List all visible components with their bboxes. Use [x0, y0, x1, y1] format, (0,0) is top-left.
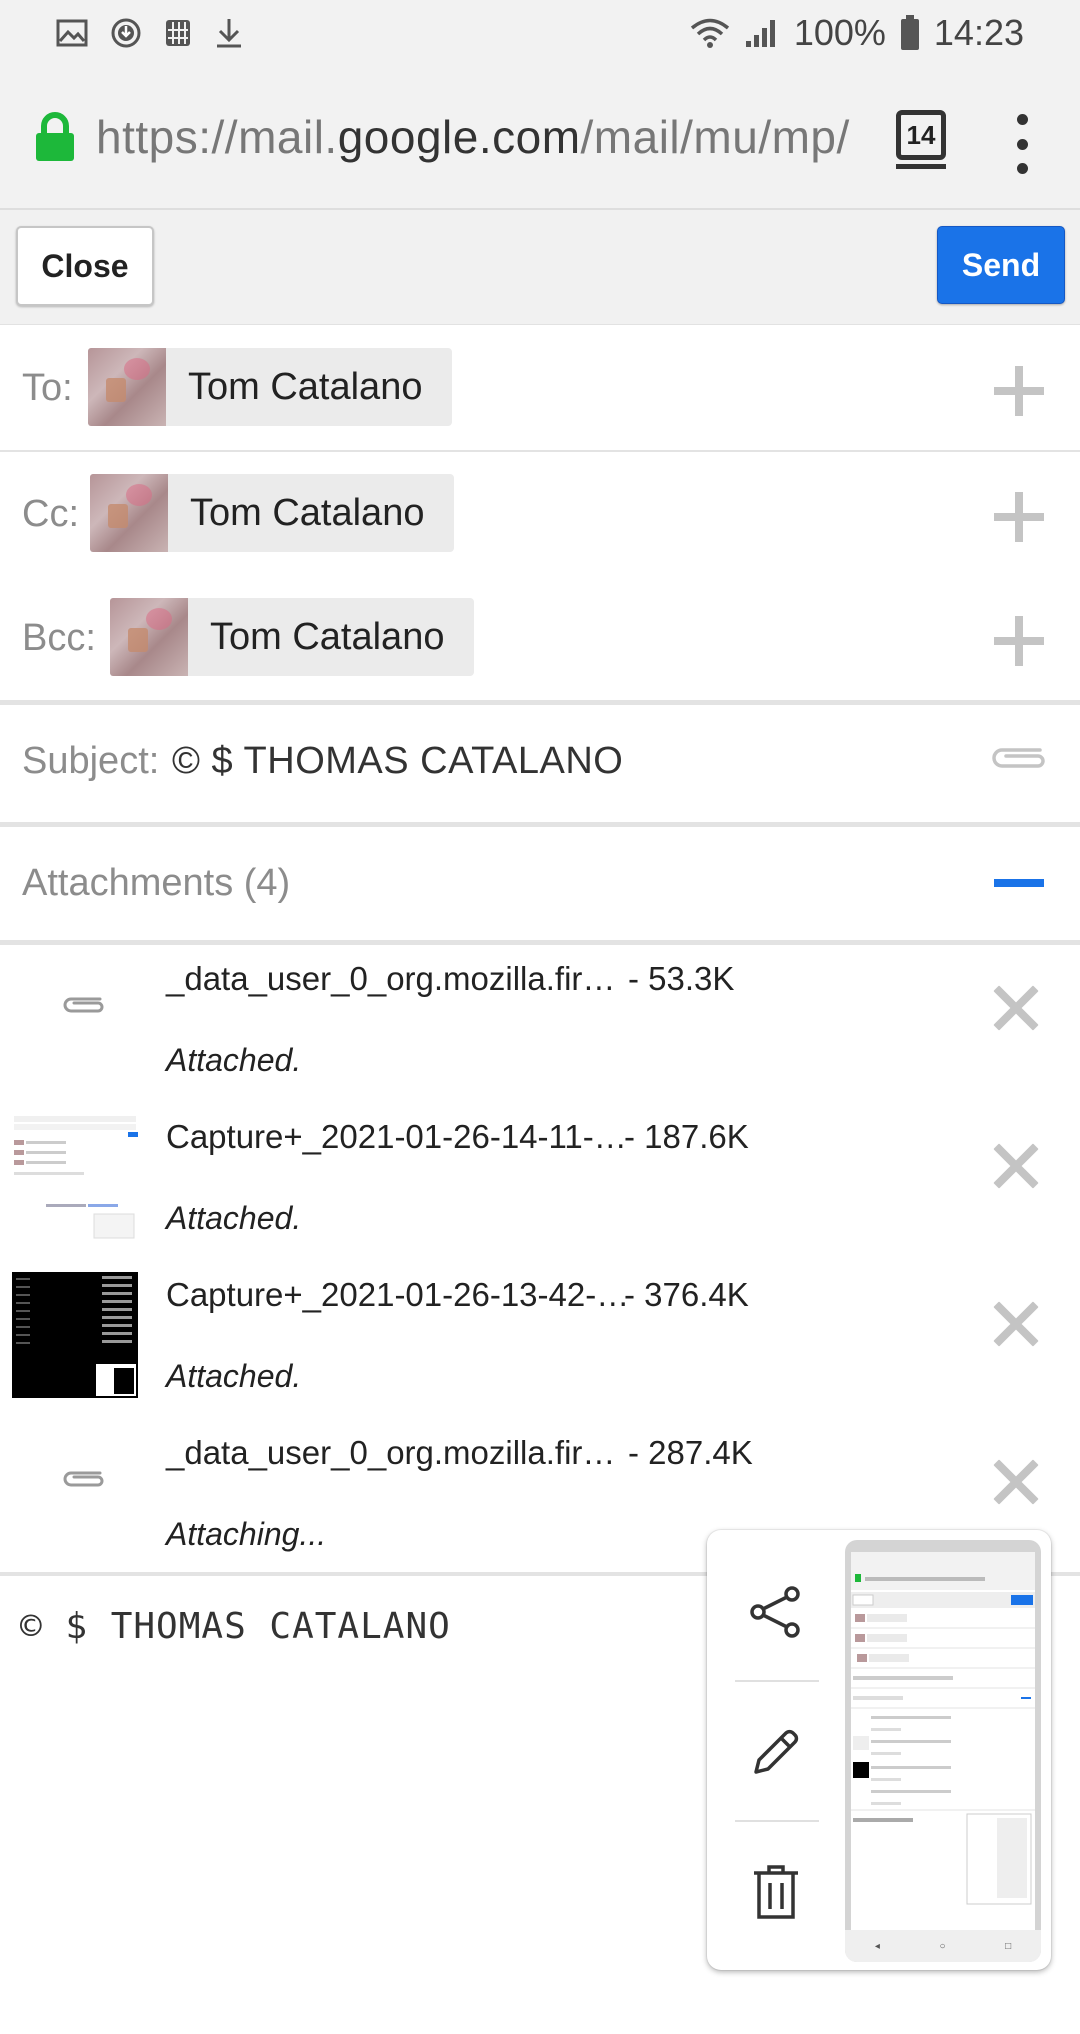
grid-icon: [164, 18, 192, 48]
compose-actionbar: Close Send: [0, 210, 1080, 325]
recipient-name: Tom Catalano: [190, 491, 425, 534]
message-body[interactable]: © $ THOMAS CATALANO: [20, 1606, 451, 1647]
paperclip-icon: [60, 992, 106, 1023]
nav-bar: ◂ ○ □: [845, 1930, 1041, 1962]
share-icon[interactable]: [707, 1542, 845, 1682]
attachment-size: - 376.4K: [624, 1276, 749, 1313]
recipient-chip[interactable]: Tom Catalano: [90, 474, 455, 552]
to-label: To:: [22, 366, 73, 409]
avatar: [90, 474, 168, 552]
screenshot-popup: ◂ ○ □: [707, 1530, 1051, 1970]
signal-icon: [744, 17, 780, 49]
remove-attachment-icon[interactable]: [994, 1144, 1038, 1188]
clock: 14:23: [933, 12, 1024, 53]
attachment-name: Capture+_2021-01-26-14-11-…: [166, 1118, 627, 1155]
delete-trash-icon[interactable]: [707, 1822, 845, 1962]
bcc-label: Bcc:: [22, 616, 96, 659]
attachments-title: Attachments (4): [22, 861, 291, 904]
recipient-chip[interactable]: Tom Catalano: [88, 348, 453, 426]
screenshot-thumbnail[interactable]: ◂ ○ □: [845, 1540, 1041, 1962]
remove-attachment-icon[interactable]: [994, 1460, 1038, 1504]
attachment-status: Attached.: [166, 1042, 302, 1078]
attachments-header[interactable]: Attachments (4): [0, 826, 1080, 945]
add-cc-icon[interactable]: [994, 492, 1044, 542]
attachment-size: - 53.3K: [628, 960, 735, 997]
url-field[interactable]: https://mail.google.com/mail/mu/mp/: [96, 110, 866, 164]
attachment-name: Capture+_2021-01-26-13-42-…: [166, 1276, 630, 1313]
subject-row[interactable]: Subject: © $ THOMAS CATALANO: [0, 700, 1080, 827]
close-button[interactable]: Close: [16, 226, 154, 306]
subject-label: Subject:: [22, 739, 160, 782]
send-button[interactable]: Send: [937, 226, 1065, 304]
recipient-name: Tom Catalano: [210, 615, 445, 658]
add-to-icon[interactable]: [994, 366, 1044, 416]
download-circle-icon: [110, 17, 142, 49]
lock-icon[interactable]: [34, 112, 76, 162]
bcc-row: Bcc: Tom Catalano: [0, 576, 1080, 705]
overflow-menu-icon[interactable]: [1012, 114, 1032, 174]
attachment-thumbnail: [12, 1114, 138, 1240]
battery-icon: [900, 15, 920, 51]
avatar: [88, 348, 166, 426]
attachment-status: Attaching...: [166, 1516, 327, 1552]
cc-label: Cc:: [22, 492, 79, 535]
remove-attachment-icon[interactable]: [994, 986, 1038, 1030]
attachment-size: - 287.4K: [628, 1434, 753, 1471]
attachment-item: Capture+_2021-01-26-14-11-… - 187.6K Att…: [0, 1100, 1080, 1258]
recipient-chip[interactable]: Tom Catalano: [110, 598, 475, 676]
avatar: [110, 598, 188, 676]
paperclip-icon: [60, 1466, 106, 1497]
attachment-thumbnail: [12, 1272, 138, 1398]
status-bar: 100% 14:23: [0, 0, 1080, 66]
subject-input[interactable]: © $ THOMAS CATALANO: [172, 700, 623, 822]
attachment-status: Attached.: [166, 1358, 302, 1394]
battery-percent: 100%: [793, 12, 886, 53]
cc-row: Cc: Tom Catalano: [0, 452, 1080, 581]
attachment-name: _data_user_0_org.mozilla.fir…: [166, 960, 616, 997]
attachment-item: _data_user_0_org.mozilla.fir… - 53.3K At…: [0, 942, 1080, 1100]
recipient-name: Tom Catalano: [188, 365, 423, 408]
image-icon: [56, 19, 88, 47]
attachment-size: - 187.6K: [624, 1118, 749, 1155]
download-icon: [214, 17, 244, 49]
add-bcc-icon[interactable]: [994, 616, 1044, 666]
to-row: To: Tom Catalano: [0, 326, 1080, 455]
browser-toolbar: https://mail.google.com/mail/mu/mp/ 14: [0, 66, 1080, 210]
collapse-minus-icon[interactable]: [994, 879, 1044, 887]
tab-count-button[interactable]: 14: [896, 110, 946, 169]
paperclip-icon[interactable]: [986, 740, 1050, 781]
attachment-item: Capture+_2021-01-26-13-42-… - 376.4K Att…: [0, 1258, 1080, 1416]
edit-pencil-icon[interactable]: [707, 1682, 845, 1822]
attachment-name: _data_user_0_org.mozilla.fir…: [166, 1434, 616, 1471]
attachment-status: Attached.: [166, 1200, 302, 1236]
tab-count: 14: [906, 119, 936, 150]
wifi-icon: [690, 17, 730, 49]
remove-attachment-icon[interactable]: [994, 1302, 1038, 1346]
